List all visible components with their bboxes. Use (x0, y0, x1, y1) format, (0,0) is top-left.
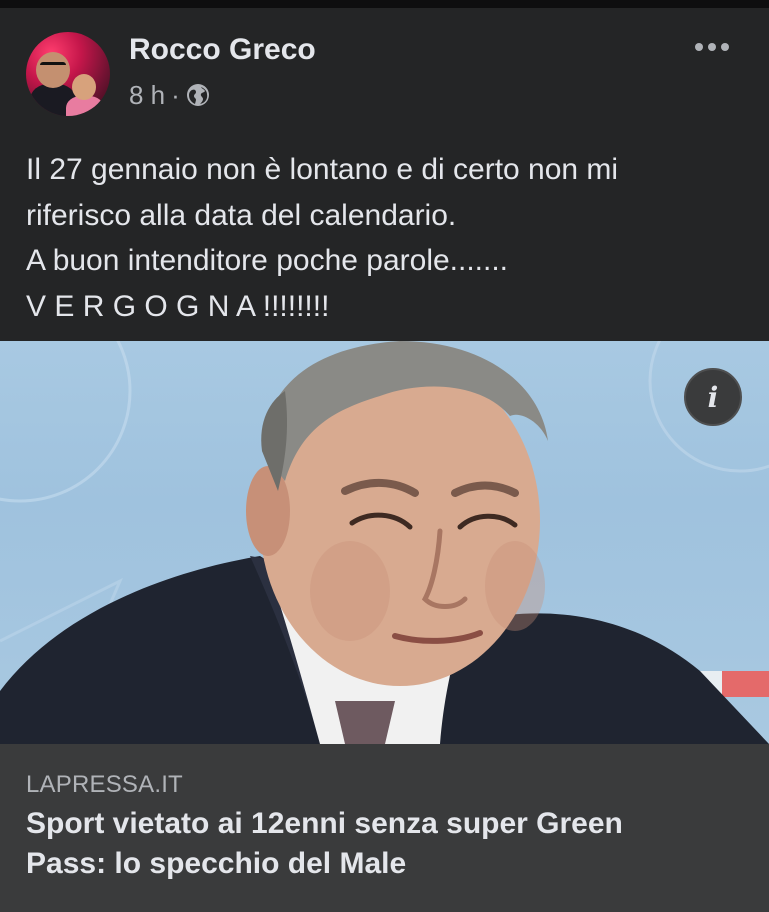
meta-separator: · (171, 79, 180, 110)
author-avatar[interactable] (26, 32, 110, 116)
post-meta: 8 h · (129, 80, 210, 110)
post-text-line: Il 27 gennaio non è lontano e di certo n… (26, 153, 619, 186)
post-timestamp[interactable]: 8 h (129, 80, 165, 111)
post-text-line: A buon intenditore poche parole....... (26, 244, 509, 277)
post-text-line: V E R G O G N A !!!!!!!! (26, 289, 330, 323)
globe-icon[interactable] (186, 83, 210, 107)
link-title-line: Pass: lo specchio del Male (26, 847, 407, 880)
more-options-icon[interactable] (690, 30, 734, 64)
link-title-line: Sport vietato ai 12enni senza super Gree… (26, 807, 623, 840)
post-text-line: riferisco alla data del calendario. (26, 198, 457, 232)
post-card: Rocco Greco 8 h · Il 27 gennaio non è lo… (0, 0, 769, 912)
portrait-illustration (0, 341, 769, 744)
post-text: Il 27 gennaio non è lontano e di certo n… (26, 147, 746, 329)
info-label: i (707, 380, 719, 414)
author-name[interactable]: Rocco Greco (129, 33, 316, 67)
info-icon[interactable]: i (684, 368, 742, 426)
link-preview-image[interactable] (0, 341, 769, 744)
link-domain: LAPRESSA.IT (26, 771, 183, 798)
link-title[interactable]: Sport vietato ai 12enni senza super Gree… (26, 804, 746, 884)
top-edge (0, 0, 769, 8)
